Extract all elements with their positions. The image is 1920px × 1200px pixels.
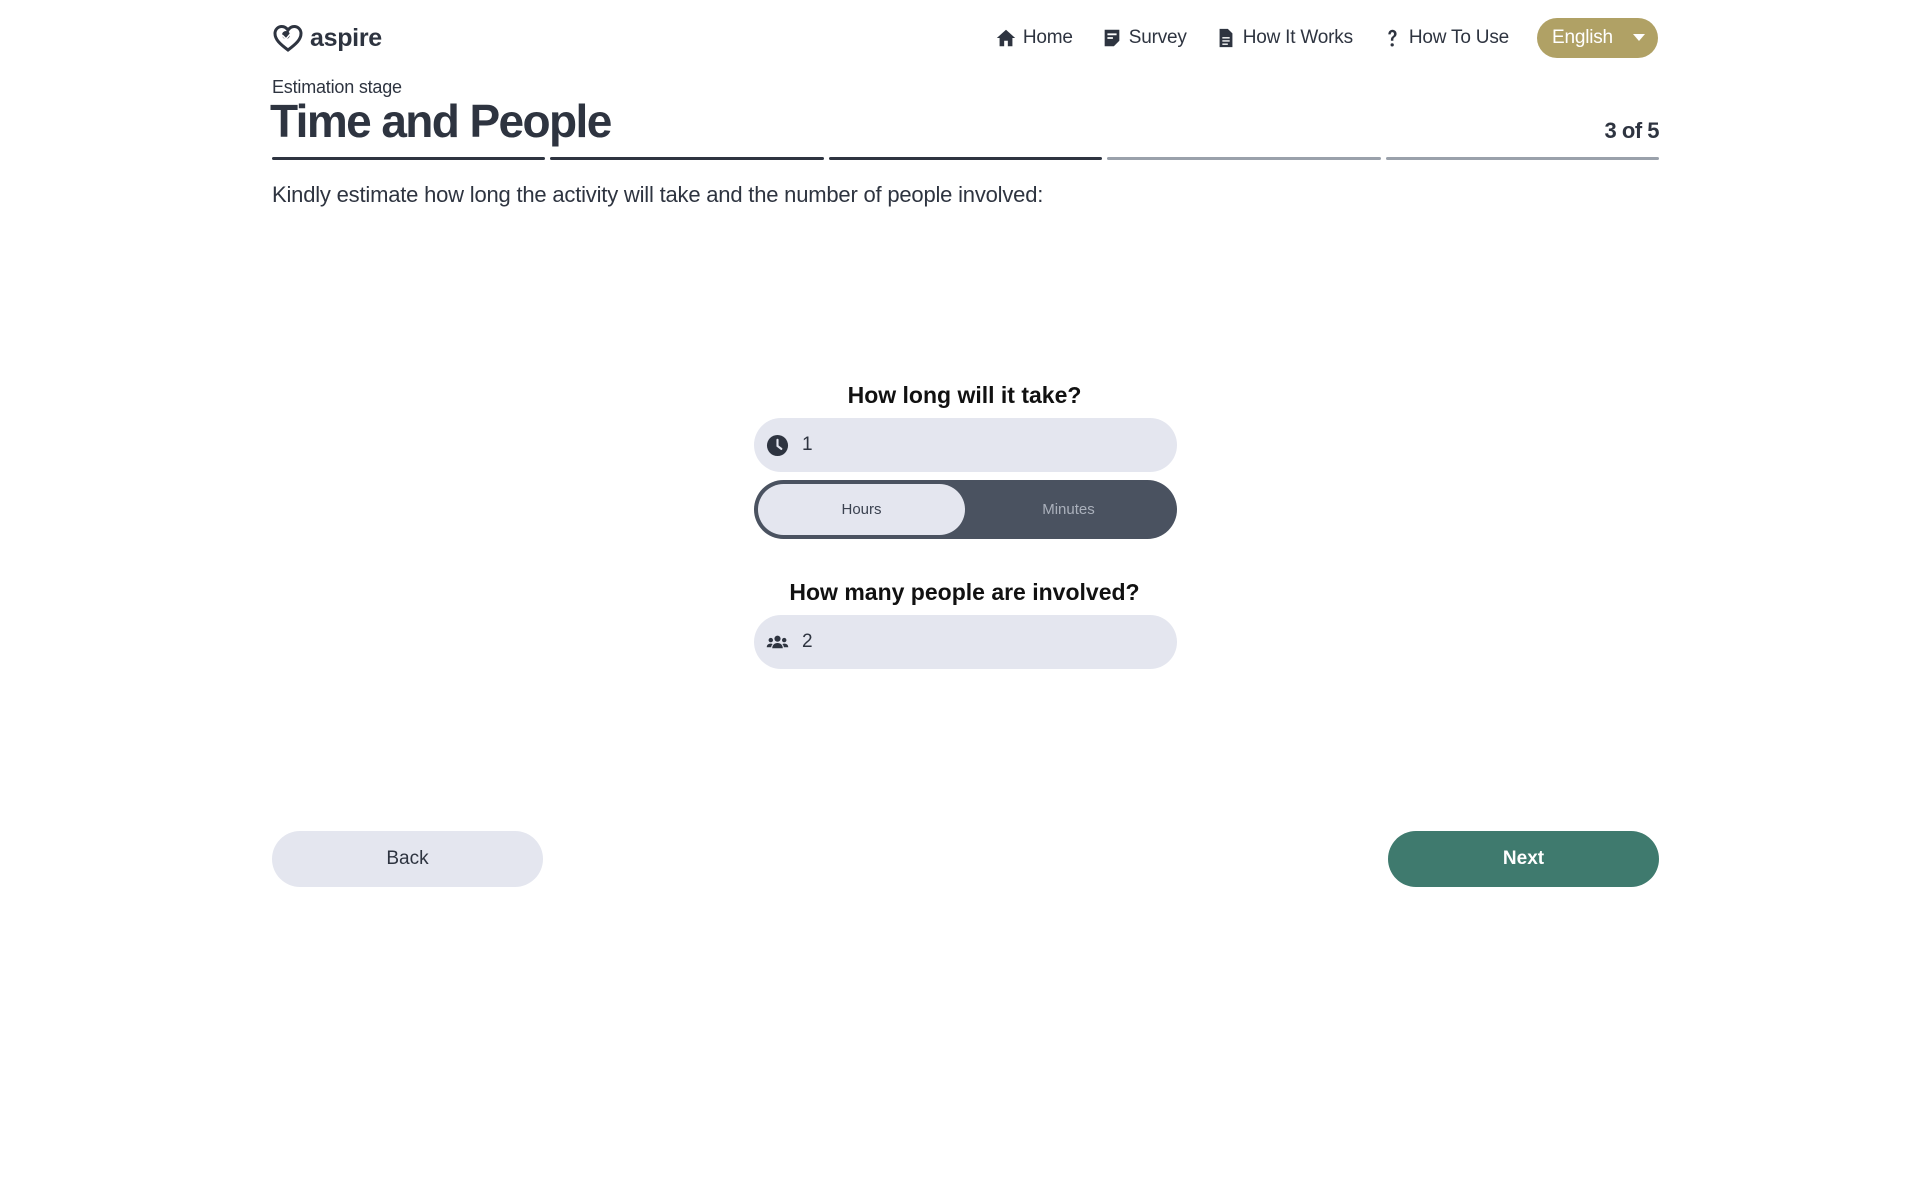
progress-segment bbox=[1385, 157, 1660, 160]
nav-how-to-use-label: How To Use bbox=[1408, 27, 1509, 48]
duration-input[interactable] bbox=[800, 433, 1144, 457]
time-question-label: How long will it take? bbox=[847, 382, 1082, 408]
main-nav: Home Survey How It Works How To Use Engl… bbox=[995, 18, 1658, 58]
language-label: English bbox=[1552, 27, 1613, 48]
step-counter: 3 of 5 bbox=[1604, 118, 1660, 143]
nav-how-to-use[interactable]: How To Use bbox=[1381, 27, 1509, 49]
home-icon bbox=[996, 29, 1016, 47]
nav-survey[interactable]: Survey bbox=[1101, 27, 1187, 49]
nav-home-label: Home bbox=[1022, 27, 1073, 48]
instruction-text: Kindly estimate how long the activity wi… bbox=[272, 182, 1044, 207]
people-field[interactable] bbox=[754, 615, 1177, 669]
progress-segment bbox=[550, 157, 824, 160]
page-title: Time and People bbox=[270, 95, 612, 147]
language-select[interactable]: English bbox=[1537, 18, 1658, 58]
duration-unit-toggle[interactable]: Hours Minutes bbox=[754, 480, 1177, 539]
caret-down-icon bbox=[1633, 34, 1645, 41]
unit-option-hours[interactable]: Hours bbox=[758, 484, 965, 535]
page: aspire Home Survey How It Works How To U… bbox=[0, 0, 1920, 1200]
heart-logo-icon bbox=[273, 24, 303, 52]
nav-survey-label: Survey bbox=[1128, 27, 1187, 48]
clock-icon bbox=[766, 434, 789, 456]
people-icon bbox=[766, 635, 789, 648]
progress-bar bbox=[272, 157, 1660, 160]
unit-option-minutes[interactable]: Minutes bbox=[965, 484, 1172, 535]
progress-segment bbox=[1107, 157, 1381, 160]
document-icon bbox=[1219, 28, 1233, 48]
survey-icon bbox=[1104, 29, 1120, 47]
nav-home[interactable]: Home bbox=[995, 27, 1073, 49]
progress-segment bbox=[828, 157, 1103, 160]
question-icon bbox=[1388, 29, 1397, 47]
duration-field[interactable] bbox=[754, 418, 1177, 472]
brand-name: aspire bbox=[310, 23, 382, 52]
next-button[interactable]: Next bbox=[1388, 831, 1659, 887]
people-input[interactable] bbox=[800, 630, 1144, 654]
progress-segment bbox=[272, 157, 546, 160]
back-button[interactable]: Back bbox=[272, 831, 543, 887]
nav-how-it-works-label: How It Works bbox=[1242, 27, 1353, 48]
brand-logo[interactable]: aspire bbox=[272, 22, 382, 54]
nav-how-it-works[interactable]: How It Works bbox=[1215, 27, 1353, 49]
people-question-label: How many people are involved? bbox=[789, 579, 1140, 605]
